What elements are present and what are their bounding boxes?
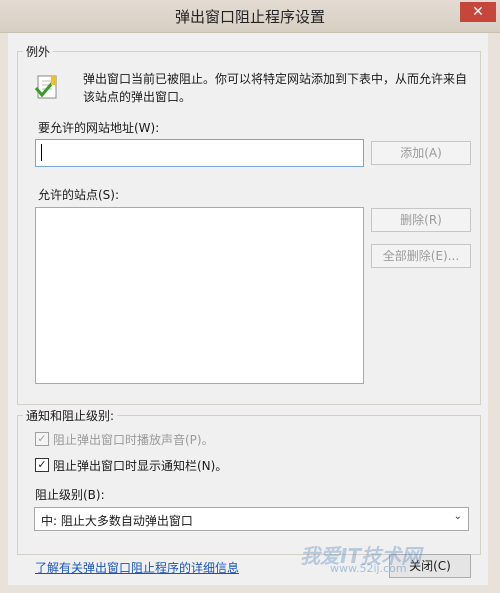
window-close-button[interactable]: ✕ <box>460 2 496 22</box>
title-bar: 弹出窗口阻止程序设置 ✕ <box>0 0 500 33</box>
info-text-line2: 该站点的弹出窗口。 <box>83 90 192 104</box>
dialog-body: 例外 弹出窗口当前已被阻止。你可以将特定网站添加到下表中，从而允许来自 该站点的… <box>8 33 488 585</box>
blocking-level-value: 中: 阻止大多数自动弹出窗口 <box>41 514 193 528</box>
notification-group-label: 通知和阻止级别: <box>23 407 118 424</box>
window-title: 弹出窗口阻止程序设置 <box>174 8 325 26</box>
allowed-sites-label: 允许的站点(S): <box>38 188 120 202</box>
play-sound-label: 阻止弹出窗口时播放声音(P)。 <box>53 433 214 447</box>
show-bar-label: 阻止弹出窗口时显示通知栏(N)。 <box>53 459 228 473</box>
remove-all-button[interactable]: 全部删除(E)... <box>371 244 471 268</box>
show-bar-checkbox[interactable]: ✓ <box>35 458 49 472</box>
play-sound-checkbox[interactable]: ✓ <box>35 432 49 446</box>
allowed-sites-list[interactable] <box>35 207 364 384</box>
learn-more-link[interactable]: 了解有关弹出窗口阻止程序的详细信息 <box>35 559 239 576</box>
address-label: 要允许的网站地址(W): <box>38 121 160 135</box>
remove-button[interactable]: 删除(R) <box>371 208 471 232</box>
exceptions-group-label: 例外 <box>23 43 54 60</box>
info-text-line1: 弹出窗口当前已被阻止。你可以将特定网站添加到下表中，从而允许来自 <box>83 72 468 86</box>
blocking-level-label: 阻止级别(B): <box>35 488 105 502</box>
watermark-url: www.52ij.com <box>330 562 407 575</box>
checkmark-document-icon <box>33 73 61 101</box>
add-button[interactable]: 添加(A) <box>371 141 471 165</box>
text-caret <box>41 144 42 161</box>
chevron-down-icon: ⌄ <box>453 511 462 522</box>
address-input[interactable] <box>35 139 364 167</box>
blocking-level-select[interactable]: 中: 阻止大多数自动弹出窗口 ⌄ <box>34 507 469 531</box>
